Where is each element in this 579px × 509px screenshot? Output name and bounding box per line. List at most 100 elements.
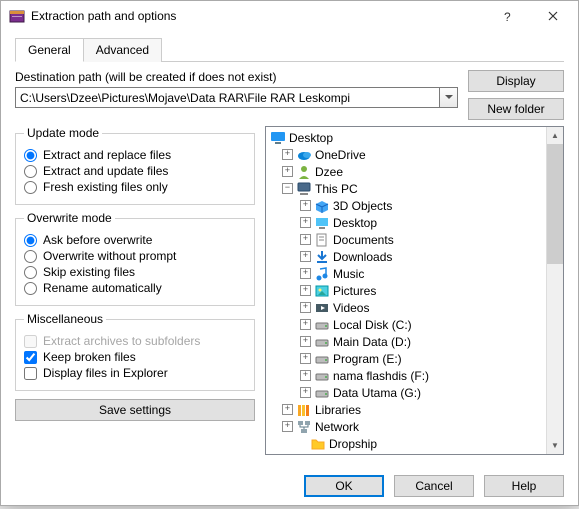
tree-node-user[interactable]: + Dzee <box>268 163 544 180</box>
expand-icon[interactable]: + <box>300 387 311 398</box>
ok-button[interactable]: OK <box>304 475 384 497</box>
tree-node-onedrive[interactable]: + OneDrive <box>268 146 544 163</box>
expand-icon[interactable]: + <box>300 319 311 330</box>
update-opt-update[interactable]: Extract and update files <box>24 164 246 178</box>
expand-icon[interactable]: + <box>282 166 293 177</box>
expand-icon[interactable]: + <box>300 251 311 262</box>
drive-icon <box>314 334 330 350</box>
tree-scrollbar[interactable]: ▲ ▼ <box>546 127 563 454</box>
tab-advanced[interactable]: Advanced <box>83 38 162 62</box>
misc-legend: Miscellaneous <box>24 312 106 326</box>
save-settings-button[interactable]: Save settings <box>15 399 255 421</box>
display-button[interactable]: Display <box>468 70 564 92</box>
titlebar: Extraction path and options ? <box>1 1 578 31</box>
check-keep-broken[interactable] <box>24 351 37 364</box>
collapse-icon[interactable]: − <box>282 183 293 194</box>
expand-icon[interactable]: + <box>300 234 311 245</box>
user-icon <box>296 164 312 180</box>
expand-icon[interactable]: + <box>282 149 293 160</box>
check-subfolders <box>24 335 37 348</box>
overwrite-mode-legend: Overwrite mode <box>24 211 115 225</box>
tree-node-thispc[interactable]: − This PC <box>268 180 544 197</box>
update-opt-replace[interactable]: Extract and replace files <box>24 148 246 162</box>
documents-icon <box>314 232 330 248</box>
expand-icon[interactable]: + <box>300 285 311 296</box>
pc-icon <box>296 181 312 197</box>
overwrite-opt-skip[interactable]: Skip existing files <box>24 265 246 279</box>
onedrive-icon <box>296 147 312 163</box>
expand-icon[interactable]: + <box>300 217 311 228</box>
misc-opt-explorer[interactable]: Display files in Explorer <box>24 366 246 380</box>
tree-node-downloads[interactable]: +Downloads <box>268 248 544 265</box>
drive-icon <box>314 368 330 384</box>
check-display-explorer[interactable] <box>24 367 37 380</box>
destination-path-input[interactable] <box>15 87 440 108</box>
destination-path-field <box>15 87 458 108</box>
drive-icon <box>314 385 330 401</box>
tree-node-disk-g[interactable]: +Data Utama (G:) <box>268 384 544 401</box>
destination-path-dropdown[interactable] <box>440 87 458 108</box>
cancel-button[interactable]: Cancel <box>394 475 474 497</box>
tree-node-disk-c[interactable]: +Local Disk (C:) <box>268 316 544 333</box>
tree-node-3dobjects[interactable]: +3D Objects <box>268 197 544 214</box>
destination-path-label: Destination path (will be created if doe… <box>15 70 458 84</box>
folder-icon <box>310 436 326 452</box>
radio-skip-existing[interactable] <box>24 266 37 279</box>
expand-icon[interactable]: + <box>300 268 311 279</box>
app-icon <box>9 8 25 24</box>
update-mode-legend: Update mode <box>24 126 102 140</box>
tree-node-pictures[interactable]: +Pictures <box>268 282 544 299</box>
svg-text:?: ? <box>504 10 511 23</box>
downloads-icon <box>314 249 330 265</box>
misc-opt-keepbroken[interactable]: Keep broken files <box>24 350 246 364</box>
tree-node-network[interactable]: +Network <box>268 418 544 435</box>
radio-ask-overwrite[interactable] <box>24 234 37 247</box>
network-icon <box>296 419 312 435</box>
update-opt-fresh[interactable]: Fresh existing files only <box>24 180 246 194</box>
tree-node-libraries[interactable]: +Libraries <box>268 401 544 418</box>
scroll-up-icon[interactable]: ▲ <box>547 127 563 144</box>
tree-node-music[interactable]: +Music <box>268 265 544 282</box>
desktop-folder-icon <box>314 215 330 231</box>
expand-icon[interactable]: + <box>300 353 311 364</box>
tree-node-dropship[interactable]: Dropship <box>268 435 544 452</box>
overwrite-opt-noprompt[interactable]: Overwrite without prompt <box>24 249 246 263</box>
expand-icon[interactable]: + <box>300 302 311 313</box>
overwrite-opt-rename[interactable]: Rename automatically <box>24 281 246 295</box>
music-icon <box>314 266 330 282</box>
expand-icon[interactable]: + <box>282 421 293 432</box>
expand-icon[interactable]: + <box>300 370 311 381</box>
tree-node-desktop2[interactable]: +Desktop <box>268 214 544 231</box>
tree-node-videos[interactable]: +Videos <box>268 299 544 316</box>
drive-icon <box>314 351 330 367</box>
new-folder-button[interactable]: New folder <box>468 98 564 120</box>
overwrite-mode-group: Overwrite mode Ask before overwrite Over… <box>15 211 255 306</box>
expand-icon[interactable]: + <box>300 336 311 347</box>
dialog-buttons: OK Cancel Help <box>1 465 578 509</box>
tab-general[interactable]: General <box>15 38 84 62</box>
radio-rename-auto[interactable] <box>24 282 37 295</box>
tree-node-desktop[interactable]: Desktop <box>268 129 544 146</box>
scroll-thumb[interactable] <box>547 144 563 264</box>
radio-overwrite-noprompt[interactable] <box>24 250 37 263</box>
help-footer-button[interactable]: Help <box>484 475 564 497</box>
radio-fresh-existing[interactable] <box>24 181 37 194</box>
expand-icon[interactable]: + <box>300 200 311 211</box>
tree-node-disk-e[interactable]: +Program (E:) <box>268 350 544 367</box>
misc-opt-subfolders: Extract archives to subfolders <box>24 334 246 348</box>
window-title: Extraction path and options <box>31 9 484 23</box>
libraries-icon <box>296 402 312 418</box>
radio-extract-update[interactable] <box>24 165 37 178</box>
overwrite-opt-ask[interactable]: Ask before overwrite <box>24 233 246 247</box>
dialog-window: Extraction path and options ? General Ad… <box>0 0 579 506</box>
tree-node-disk-d[interactable]: +Main Data (D:) <box>268 333 544 350</box>
tree-node-documents[interactable]: +Documents <box>268 231 544 248</box>
tree-node-disk-f[interactable]: +nama flashdis (F:) <box>268 367 544 384</box>
radio-extract-replace[interactable] <box>24 149 37 162</box>
expand-icon[interactable]: + <box>282 404 293 415</box>
scroll-down-icon[interactable]: ▼ <box>547 437 563 454</box>
desktop-icon <box>270 130 286 146</box>
close-button[interactable] <box>530 1 576 31</box>
help-button[interactable]: ? <box>484 1 530 31</box>
misc-group: Miscellaneous Extract archives to subfol… <box>15 312 255 391</box>
